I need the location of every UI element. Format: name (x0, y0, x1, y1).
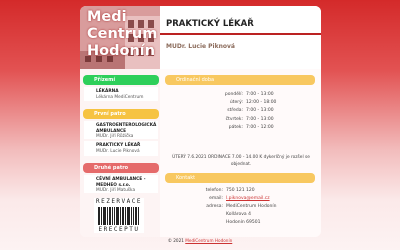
hours-day: pátek: (228, 124, 243, 130)
doctor-name: MUDr. Lucie Piknová (166, 43, 235, 50)
hours-time: 7:00 - 13:00 (246, 116, 274, 122)
contact-address: MediCentrum Hodonín (226, 204, 277, 209)
hours-day: čtvrtek: (225, 116, 243, 122)
footer-link[interactable]: MediCentrum Hodonín (185, 238, 232, 243)
sidebar-item-gastro[interactable]: GASTROENTEROLOGICKÁ AMBULANCE MUDr. Jiří… (84, 121, 158, 139)
hours-time: 7:00 - 12:00 (246, 124, 274, 130)
contact-row: email: l.piknova@email.cz (180, 195, 315, 203)
notice-line-2: objednat. (230, 162, 252, 167)
hours-day: středa: (227, 108, 243, 114)
barcode-icon (98, 207, 140, 225)
hours-heading: Ordinační doba (165, 75, 315, 85)
title-area: PRAKTICKÝ LÉKAŘ MUDr. Lucie Piknová (160, 6, 321, 69)
hours-time: 7:00 - 13:00 (246, 108, 274, 114)
hours-time: 12:00 - 18:00 (246, 100, 277, 106)
sidebar-item-prakticky-lekar[interactable]: PRAKTICKÝ LÉKAŘ MUDr. Lucie Piknová (84, 141, 158, 156)
contact-row: Kollárova 4 (180, 211, 315, 219)
contact-row: telefon: 750 121 120 (180, 187, 315, 195)
hours-row: pondělí: 7:00 - 13:00 (180, 91, 310, 99)
contact-label (180, 219, 226, 227)
sidebar-section-first-floor: První patro (83, 109, 159, 119)
sidebar-section-second-floor: Druhé patro (83, 163, 159, 173)
hours-row: pátek: 7:00 - 12:00 (180, 124, 310, 132)
contact-label: telefon: (205, 188, 223, 193)
sidebar-item-title: GASTROENTEROLOGICKÁ AMBULANCE (96, 123, 157, 134)
header-image: Medi Centrum Hodonín (80, 6, 160, 69)
contact-row: Hodonín 69501 (180, 219, 315, 227)
hours-day: pondělí: (224, 92, 243, 97)
sidebar-item-title: CÉVNÍ AMBULANCE - MEDHEO s.r.o. (96, 177, 146, 188)
sidebar-section-ground-floor: Přízemí (83, 75, 159, 85)
contact-heading: Kontakt (165, 173, 315, 183)
sidebar-item-sub: Lékárna MediCentrum (96, 94, 144, 100)
hours-day: úterý: (229, 100, 243, 106)
contact-address: Hodonín 69501 (226, 220, 261, 225)
sidebar-item-sub: MUDr. Jiří Růžička (96, 134, 134, 139)
erecept-barcode-link[interactable]: REZERVACE ERECEPTU (94, 198, 144, 233)
sidebar-item-sub: MUDr. Lucie Piknová (96, 148, 140, 154)
contact-label (180, 211, 226, 219)
barcode-top-label: REZERVACE (95, 198, 142, 205)
barcode-bottom-label: ERECEPTU (98, 226, 140, 233)
hours-row: úterý: 12:00 - 18:00 (180, 99, 310, 107)
sidebar-item-sub: MUDr. Jiří Matuška (96, 188, 136, 193)
brand-line-1: Medi (87, 9, 127, 25)
sidebar-item-cevni[interactable]: CÉVNÍ AMBULANCE - MEDHEO s.r.o. MUDr. Ji… (84, 175, 158, 193)
contact-table: telefon: 750 121 120 email: l.piknova@em… (180, 187, 315, 227)
contact-phone: 750 121 120 (226, 188, 255, 193)
hours-table: pondělí: 7:00 - 13:00 úterý: 12:00 - 18:… (180, 91, 310, 132)
hours-row: středa: 7:00 - 13:00 (180, 107, 310, 115)
header: Medi Centrum Hodonín PRAKTICKÝ LÉKAŘ MUD… (80, 6, 321, 69)
contact-row: adresa: MediCentrum Hodonín (180, 203, 315, 211)
footer-copyright: © 2021 (167, 238, 184, 243)
contact-label: email: (209, 196, 223, 201)
title-divider (160, 33, 321, 35)
hours-time: 7:00 - 13:00 (246, 92, 274, 97)
notice-text: ÚTERÝ 7.6.2021 ORDINACE 7.00 - 14.00 K d… (166, 154, 316, 168)
page-title: PRAKTICKÝ LÉKAŘ (166, 19, 254, 29)
sidebar-item-lekarna[interactable]: LÉKÁRNA Lékárna MediCentrum (84, 87, 158, 101)
contact-address: Kollárova 4 (226, 212, 251, 217)
brand-line-3: Hodonín (87, 43, 156, 59)
contact-email-link[interactable]: l.piknova@email.cz (226, 195, 306, 203)
contact-label: adresa: (206, 204, 223, 209)
notice-line-1: ÚTERÝ 7.6.2021 ORDINACE 7.00 - 14.00 K d… (172, 155, 310, 160)
footer: © 2021 MediCentrum Hodonín (0, 238, 400, 243)
brand-line-2: Centrum (87, 26, 158, 42)
hours-row: čtvrtek: 7:00 - 13:00 (180, 116, 310, 124)
main-content: Ordinační doba pondělí: 7:00 - 13:00 úte… (160, 69, 321, 237)
page-container: Medi Centrum Hodonín PRAKTICKÝ LÉKAŘ MUD… (80, 6, 321, 237)
